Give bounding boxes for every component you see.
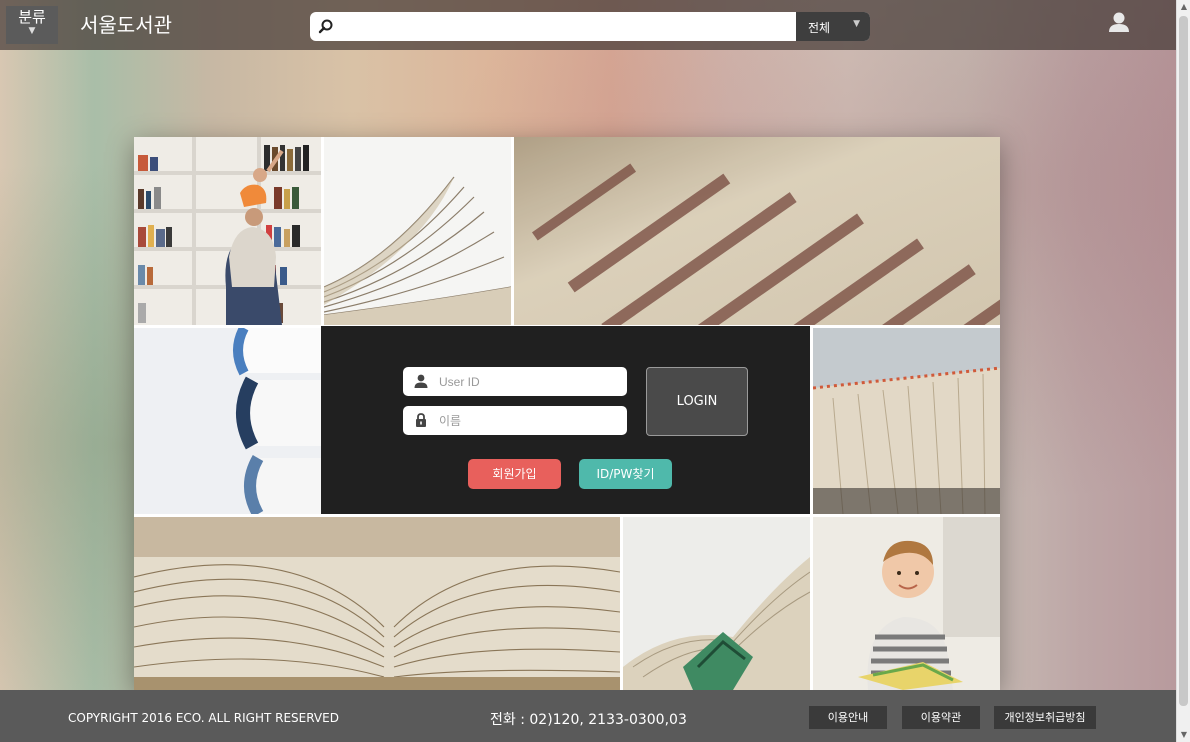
search-bar: 전체 ▼	[310, 12, 870, 41]
bookshelf-image	[134, 137, 321, 325]
green-book-photo	[623, 517, 810, 690]
search-input[interactable]	[342, 12, 792, 41]
footer-link-guide[interactable]: 이용안내	[809, 706, 887, 729]
open-book-image	[134, 517, 620, 690]
top-bar: 분류 ▼ 서울도서관 전체 ▼	[0, 0, 1176, 50]
scrollbar-thumb[interactable]	[1179, 16, 1188, 706]
vertical-scrollbar[interactable]: ▲ ▼	[1176, 0, 1190, 742]
child-reading-image	[813, 517, 1000, 690]
login-button[interactable]: LOGIN	[646, 367, 748, 436]
copyright-text: COPYRIGHT 2016 ECO. ALL RIGHT RESERVED	[68, 711, 339, 725]
lock-icon	[416, 413, 426, 427]
login-collage: LOGIN 회원가입 ID/PW찾기	[134, 137, 1000, 690]
footer: COPYRIGHT 2016 ECO. ALL RIGHT RESERVED 전…	[0, 690, 1176, 742]
join-button[interactable]: 회원가입	[468, 459, 561, 489]
bookshelf-photo	[134, 137, 321, 325]
name-input[interactable]	[439, 406, 619, 435]
site-title[interactable]: 서울도서관	[80, 12, 172, 38]
user-icon[interactable]	[1106, 10, 1132, 36]
find-id-pw-button[interactable]: ID/PW찾기	[579, 459, 672, 489]
footer-link-terms[interactable]: 이용약관	[902, 706, 980, 729]
chevron-down-icon: ▼	[853, 19, 860, 29]
footer-link-privacy[interactable]: 개인정보취급방침	[994, 706, 1096, 729]
book-edge-image	[813, 328, 1000, 514]
fanned-book-image	[324, 137, 511, 325]
chevron-down-icon: ▼	[28, 26, 36, 36]
search-icon[interactable]	[318, 18, 334, 34]
scroll-down-icon[interactable]: ▼	[1177, 728, 1190, 742]
stacked-books-photo	[134, 328, 321, 514]
green-book-image	[623, 517, 810, 690]
search-scope-label: 전체	[808, 21, 831, 35]
phone-text: 전화 : 02)120, 2133-0300,03	[490, 712, 687, 728]
fanned-book-photo	[324, 137, 511, 325]
scroll-up-icon[interactable]: ▲	[1177, 0, 1190, 14]
person-icon	[414, 374, 428, 388]
child-reading-photo	[813, 517, 1000, 690]
name-field[interactable]	[403, 406, 627, 435]
user-id-field[interactable]	[403, 367, 627, 396]
open-book-photo	[134, 517, 620, 690]
search-scope-select[interactable]: 전체 ▼	[796, 12, 870, 41]
category-label: 분류	[18, 8, 46, 26]
text-page-image	[514, 137, 1000, 325]
page: 분류 ▼ 서울도서관 전체 ▼ User ID 이름 LOGIN 회원가입 ID…	[0, 0, 1176, 742]
stacked-books-image	[134, 328, 321, 514]
user-id-input[interactable]	[439, 367, 619, 396]
spanish-text-page-photo	[514, 137, 1000, 325]
book-edge-photo	[813, 328, 1000, 514]
category-menu-button[interactable]: 분류 ▼	[6, 6, 58, 44]
login-panel: LOGIN 회원가입 ID/PW찾기	[321, 326, 810, 514]
